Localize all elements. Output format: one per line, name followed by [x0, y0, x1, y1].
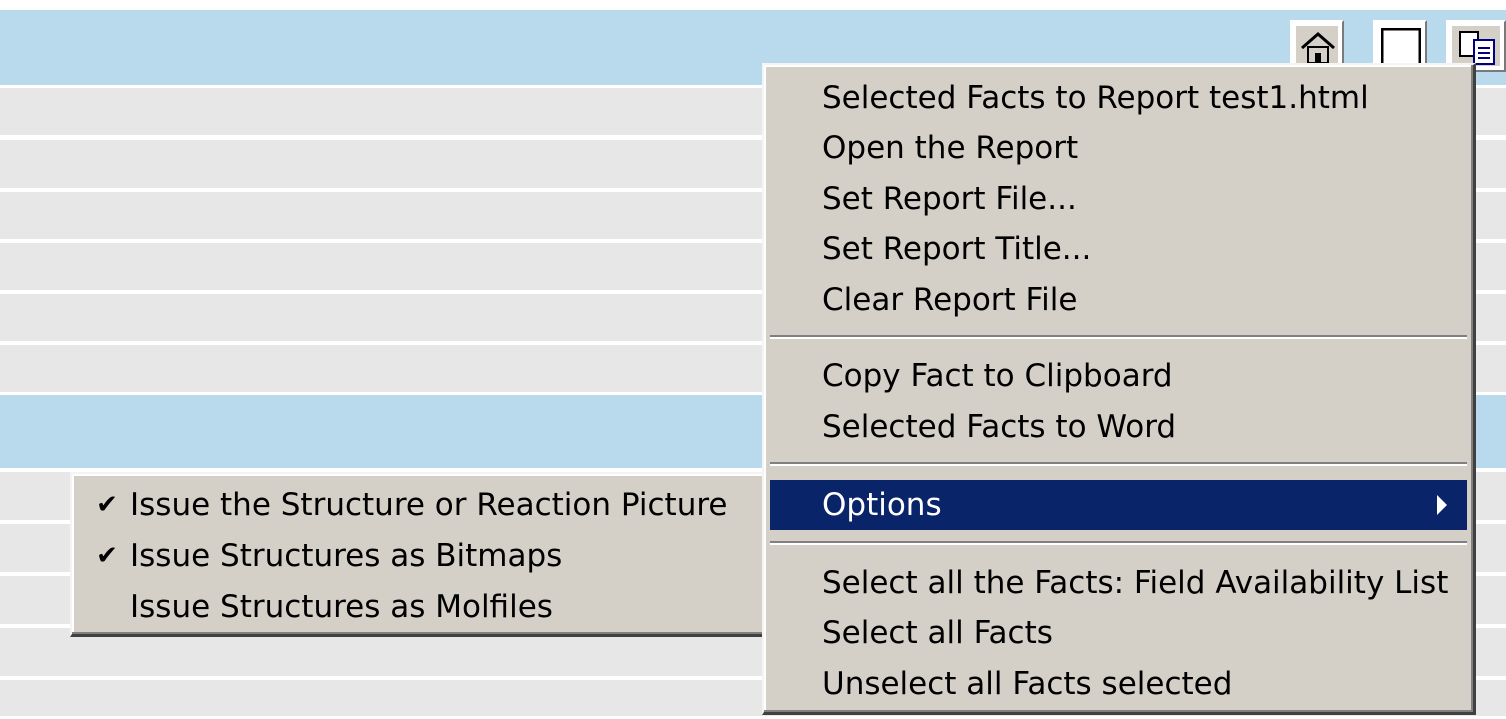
menu-item-label: Copy Fact to Clipboard — [822, 358, 1173, 394]
menu-item-select-all-facts-field-list[interactable]: Select all the Facts: Field Availability… — [770, 558, 1467, 608]
menu-item-label: Unselect all Facts selected — [822, 666, 1233, 702]
menu-separator — [770, 462, 1467, 466]
submenu-item-label: Issue Structures as Molfiles — [130, 589, 553, 625]
menu-item-label: Options — [822, 487, 942, 523]
submenu-item-label: Issue the Structure or Reaction Picture — [130, 487, 728, 523]
menu-item-label: Set Report File... — [822, 181, 1077, 217]
menu-item-label: Selected Facts to Word — [822, 409, 1177, 445]
menu-item-label: Selected Facts to Report test1.html — [822, 80, 1369, 116]
window-icon — [1381, 28, 1421, 66]
submenu-item-issue-bitmaps[interactable]: ✔ Issue Structures as Bitmaps — [78, 531, 761, 581]
menu-item-set-report-title[interactable]: Set Report Title... — [770, 224, 1467, 274]
submenu-arrow-icon — [1437, 495, 1447, 515]
copy-icon — [1459, 31, 1495, 65]
menu-separator — [770, 335, 1467, 339]
menu-item-set-report-file[interactable]: Set Report File... — [770, 174, 1467, 224]
menu-separator — [770, 541, 1467, 545]
submenu-item-issue-molfiles[interactable]: Issue Structures as Molfiles — [78, 582, 761, 632]
check-icon: ✔ — [96, 490, 118, 520]
context-menu: Selected Facts to Report test1.html Open… — [762, 63, 1476, 715]
menu-item-label: Select all Facts — [822, 615, 1053, 651]
menu-item-label: Set Report Title... — [822, 231, 1092, 267]
menu-item-options[interactable]: Options — [770, 480, 1467, 530]
menu-item-open-report[interactable]: Open the Report — [770, 123, 1467, 173]
menu-item-unselect-all-facts[interactable]: Unselect all Facts selected — [770, 659, 1467, 709]
submenu-item-issue-picture[interactable]: ✔ Issue the Structure or Reaction Pictur… — [78, 480, 761, 530]
menu-item-label: Open the Report — [822, 130, 1079, 166]
menu-item-select-all-facts[interactable]: Select all Facts — [770, 608, 1467, 658]
menu-item-clear-report-file[interactable]: Clear Report File — [770, 275, 1467, 325]
menu-item-label: Select all the Facts: Field Availability… — [822, 565, 1449, 601]
menu-item-selected-facts-to-report[interactable]: Selected Facts to Report test1.html — [770, 73, 1467, 123]
check-icon: ✔ — [96, 541, 118, 571]
options-submenu: ✔ Issue the Structure or Reaction Pictur… — [70, 472, 770, 637]
menu-item-copy-fact[interactable]: Copy Fact to Clipboard — [770, 351, 1467, 401]
home-icon — [1301, 32, 1335, 64]
menu-item-label: Clear Report File — [822, 282, 1078, 318]
submenu-item-label: Issue Structures as Bitmaps — [130, 538, 563, 574]
menu-item-selected-facts-to-word[interactable]: Selected Facts to Word — [770, 402, 1467, 452]
page-top-margin — [0, 0, 1506, 10]
